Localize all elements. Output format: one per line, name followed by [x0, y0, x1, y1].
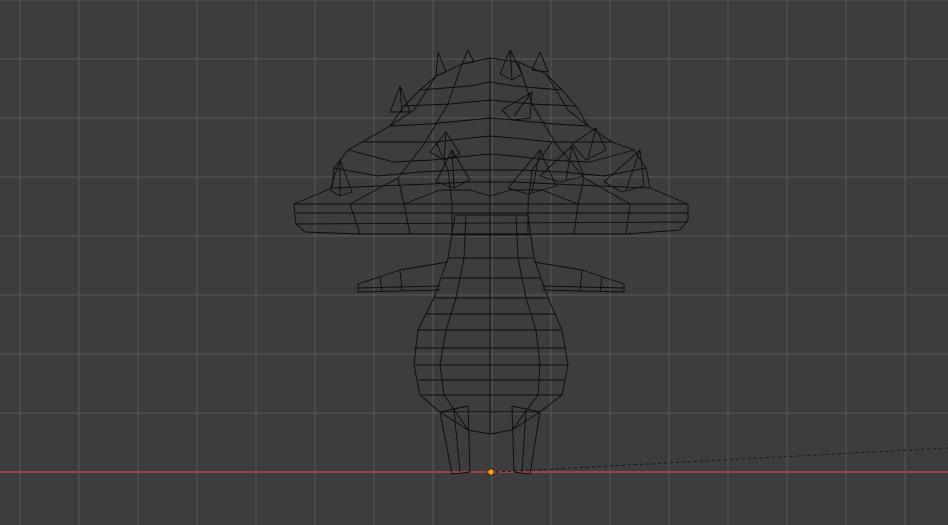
viewport-canvas[interactable]	[0, 0, 948, 525]
mesh-cap-rim	[293, 203, 689, 235]
origin-point-icon[interactable]	[487, 468, 495, 476]
viewport-grid	[0, 0, 948, 525]
mesh-body	[413, 214, 569, 435]
3d-viewport[interactable]	[0, 0, 948, 525]
relationship-line	[495, 447, 948, 473]
mushroom-mesh[interactable]	[293, 49, 689, 475]
mesh-cap-spikes	[329, 49, 645, 197]
mesh-cap-dome	[293, 57, 689, 234]
mesh-arms	[357, 261, 625, 293]
